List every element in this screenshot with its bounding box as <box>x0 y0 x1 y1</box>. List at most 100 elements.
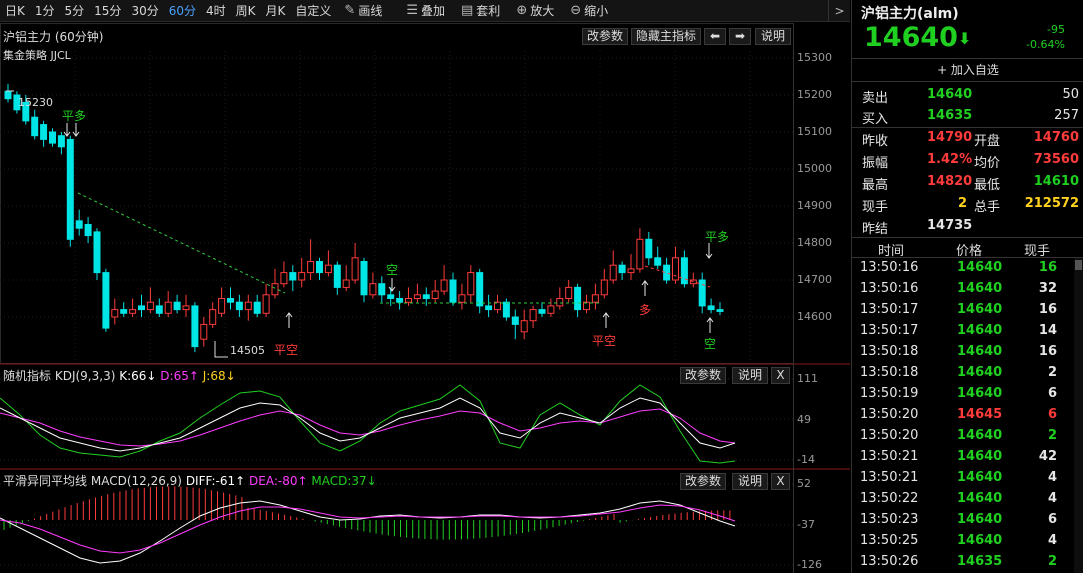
tick-volume: 6 <box>1047 407 1057 422</box>
candle-body <box>129 309 137 314</box>
signal-ping-kong-2: 平空 <box>592 334 617 348</box>
tick-volume: 42 <box>1038 449 1057 464</box>
period-week[interactable]: 周K <box>231 0 261 22</box>
kdj-change-params-button[interactable]: 改参数 <box>680 367 726 384</box>
scroll-right-button[interactable]: ➡ <box>729 28 751 45</box>
candle-body <box>520 320 528 333</box>
tick-time: 13:50:18 <box>860 365 919 380</box>
candle-body <box>485 305 493 311</box>
period-30min[interactable]: 30分 <box>126 0 163 22</box>
candle-body <box>636 238 644 270</box>
down-arrow-icon: ⬇ <box>957 29 972 48</box>
candle-body <box>342 279 350 288</box>
buy-volume: 257 <box>1054 108 1079 123</box>
tick-price: 14640 <box>957 533 1003 548</box>
settle-value: 14735 <box>927 218 973 233</box>
signal-kong-1: 空 <box>386 263 399 277</box>
macd-params: MACD(12,26,9) <box>90 474 182 488</box>
tick-volume: 32 <box>1038 281 1057 296</box>
period-4h[interactable]: 4时 <box>201 0 231 22</box>
layers-icon: ☰ <box>406 2 418 18</box>
overlay-button[interactable]: ☰ 叠加 <box>398 0 453 22</box>
tick-scrollbar[interactable] <box>1074 258 1083 573</box>
period-60min[interactable]: 60分 <box>164 0 201 22</box>
arbitrage-button[interactable]: ▤ 套利 <box>453 0 508 22</box>
candle-body <box>556 298 564 307</box>
kdj-help-button[interactable]: 说明 <box>732 367 768 384</box>
price-tick: 14800 <box>797 236 832 249</box>
candle-body <box>369 283 377 296</box>
macd-change-params-button[interactable]: 改参数 <box>680 473 726 490</box>
tick-price: 14640 <box>957 386 1003 401</box>
toolbar-expand-arrow[interactable]: > <box>828 0 850 22</box>
current-hand-value: 2 <box>958 196 968 211</box>
macd-dea-line <box>0 504 736 554</box>
candle-body <box>591 294 599 303</box>
kdj-title: 随机指标 KDJ(9,3,3) K:66↓ D:65↑ J:68↓ <box>3 367 236 384</box>
tick-volume: 6 <box>1047 386 1057 401</box>
tick-price: 14640 <box>957 428 1003 443</box>
candle-body <box>271 283 279 296</box>
macd-tick: -126 <box>797 558 822 571</box>
scroll-thumb[interactable] <box>1075 260 1082 270</box>
high-label: 最高 <box>862 178 889 193</box>
zoom-out-button[interactable]: ⊖ 缩小 <box>562 0 616 22</box>
candle-body <box>138 305 145 311</box>
total-volume-value: 212572 <box>1024 196 1079 211</box>
tick-time: 13:50:26 <box>860 554 919 569</box>
main-pane-title: 沪铝主力 (60分钟) <box>3 30 104 44</box>
draw-line-button[interactable]: ✎ 画线 <box>336 0 390 22</box>
price-tick: 15000 <box>797 162 832 175</box>
candle-body <box>324 264 332 274</box>
period-month[interactable]: 月K <box>261 0 291 22</box>
main-help-button[interactable]: 说明 <box>755 28 791 45</box>
tick-time: 13:50:19 <box>860 386 919 401</box>
hide-main-indicator-button[interactable]: 隐藏主指标 <box>631 28 701 45</box>
avg-price-label: 均价 <box>974 156 1001 171</box>
period-1min[interactable]: 1分 <box>30 0 60 22</box>
low-price-label: 14505 <box>230 344 265 357</box>
add-watchlist-button[interactable]: + 加入自选 <box>852 58 1083 82</box>
candle-body <box>40 124 48 140</box>
chart-area[interactable]: 沪铝主力 (60分钟) 集金策略 JJCL 改参数 隐藏主指标 ⬅ ➡ 说明 1… <box>0 23 850 573</box>
period-day[interactable]: 日K <box>0 0 30 22</box>
candle-body <box>182 305 190 311</box>
candle-body <box>405 298 412 303</box>
last-price-value: 14640 <box>864 22 958 53</box>
macd-close-button[interactable]: X <box>771 473 790 490</box>
kdj-close-button[interactable]: X <box>771 367 790 384</box>
period-5min[interactable]: 5分 <box>60 0 90 22</box>
prev-close-label: 昨收 <box>862 134 889 149</box>
macd-help-button[interactable]: 说明 <box>732 473 768 490</box>
tick-time: 13:50:18 <box>860 344 919 359</box>
open-value: 14760 <box>1033 130 1079 145</box>
candle-body <box>654 257 662 266</box>
tick-volume: 4 <box>1047 533 1057 548</box>
tick-price: 14640 <box>957 281 1003 296</box>
period-custom[interactable]: 自定义 <box>290 0 336 22</box>
candle-body <box>476 272 484 307</box>
period-15min[interactable]: 15分 <box>89 0 126 22</box>
zoom-in-icon: ⊕ <box>516 2 528 18</box>
price-tick: 15300 <box>797 51 832 64</box>
tick-time: 13:50:17 <box>860 302 919 317</box>
candle-body <box>75 220 83 229</box>
candle-body <box>146 301 154 311</box>
zoom-in-button[interactable]: ⊕ 放大 <box>508 0 562 22</box>
zoom-out-icon: ⊖ <box>570 2 582 18</box>
macd-macd-value: MACD:37↓ <box>311 474 377 488</box>
scroll-left-button[interactable]: ⬅ <box>704 28 726 45</box>
candle-body <box>413 294 421 299</box>
low-value: 14610 <box>1033 174 1079 189</box>
candle-body <box>645 238 653 259</box>
signal-kong-2: 空 <box>704 337 717 351</box>
candle-body <box>698 279 706 307</box>
tick-price: 14640 <box>957 449 1003 464</box>
price-tick: 14700 <box>797 273 832 286</box>
tick-volume: 16 <box>1038 302 1057 317</box>
candle-body <box>627 268 635 274</box>
main-change-params-button[interactable]: 改参数 <box>582 28 628 45</box>
candle-body <box>387 294 395 299</box>
prev-close-value: 14790 <box>927 130 973 145</box>
zoom-in-label: 放大 <box>530 3 555 18</box>
